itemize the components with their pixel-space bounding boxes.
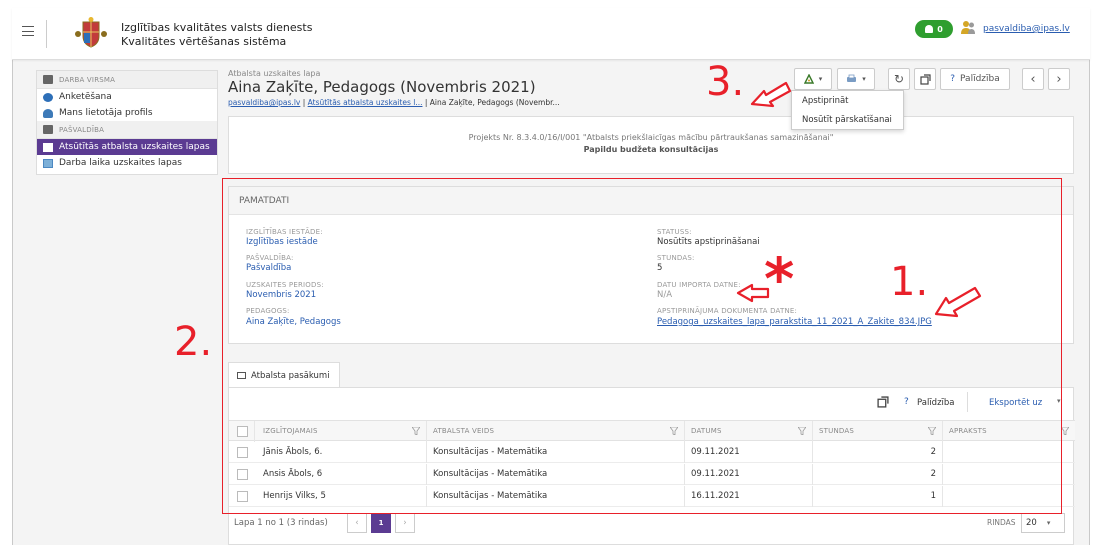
annotation-arrow-1: [934, 286, 982, 318]
annotation-arrow-3: [750, 81, 792, 108]
annotation-arrows: [736, 81, 982, 318]
annotation-arrow-star: [736, 283, 770, 303]
